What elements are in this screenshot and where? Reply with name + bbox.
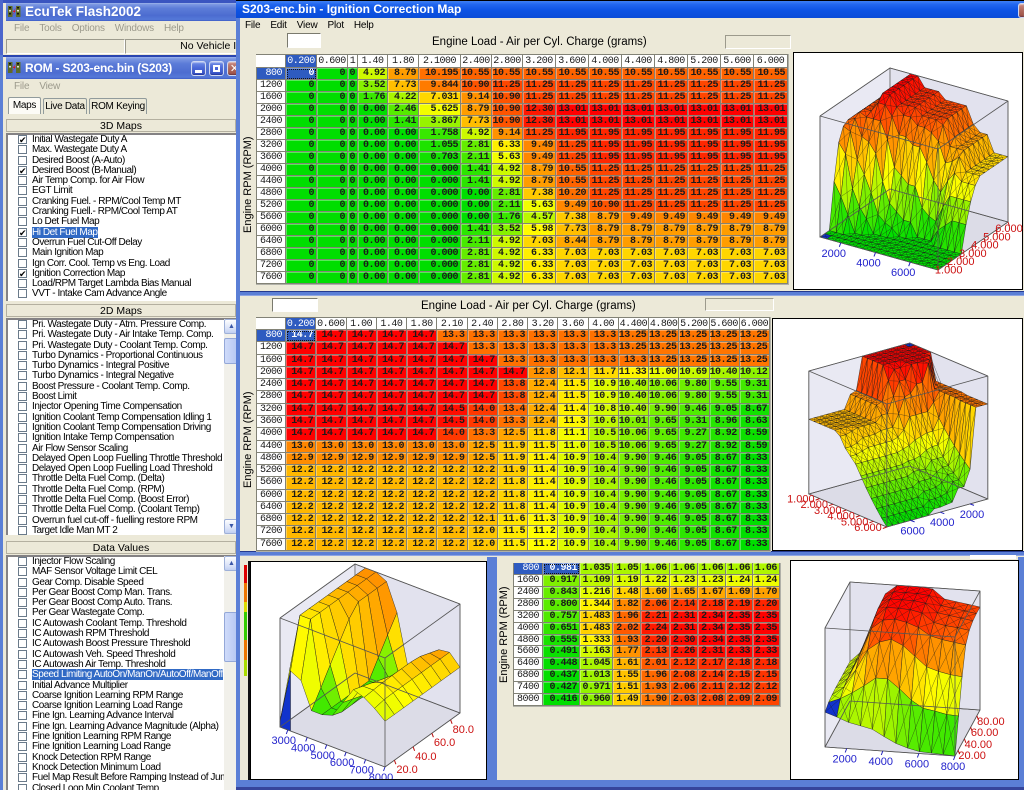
svg-text:8000: 8000: [369, 772, 393, 779]
svg-text:60.0: 60.0: [434, 737, 455, 749]
svg-text:6000: 6000: [900, 525, 924, 537]
svg-text:60.00: 60.00: [971, 727, 999, 739]
svg-text:40.0: 40.0: [415, 751, 436, 763]
svg-text:6.000: 6.000: [854, 522, 882, 534]
svg-text:80.00: 80.00: [977, 716, 1005, 728]
svg-text:8000: 8000: [941, 761, 965, 773]
svg-text:20.00: 20.00: [958, 750, 986, 762]
svg-text:40.00: 40.00: [965, 739, 993, 751]
svg-text:6000: 6000: [891, 267, 915, 279]
svg-text:2000: 2000: [960, 509, 984, 521]
svg-text:4000: 4000: [869, 756, 893, 768]
svg-text:2000: 2000: [832, 754, 856, 766]
svg-text:4000: 4000: [930, 517, 954, 529]
svg-text:4000: 4000: [856, 258, 880, 270]
svg-text:20.0: 20.0: [396, 764, 417, 776]
svg-text:2000: 2000: [822, 248, 846, 260]
svg-text:6.000: 6.000: [995, 223, 1023, 235]
svg-text:6000: 6000: [905, 759, 929, 771]
svg-text:80.0: 80.0: [453, 724, 474, 736]
